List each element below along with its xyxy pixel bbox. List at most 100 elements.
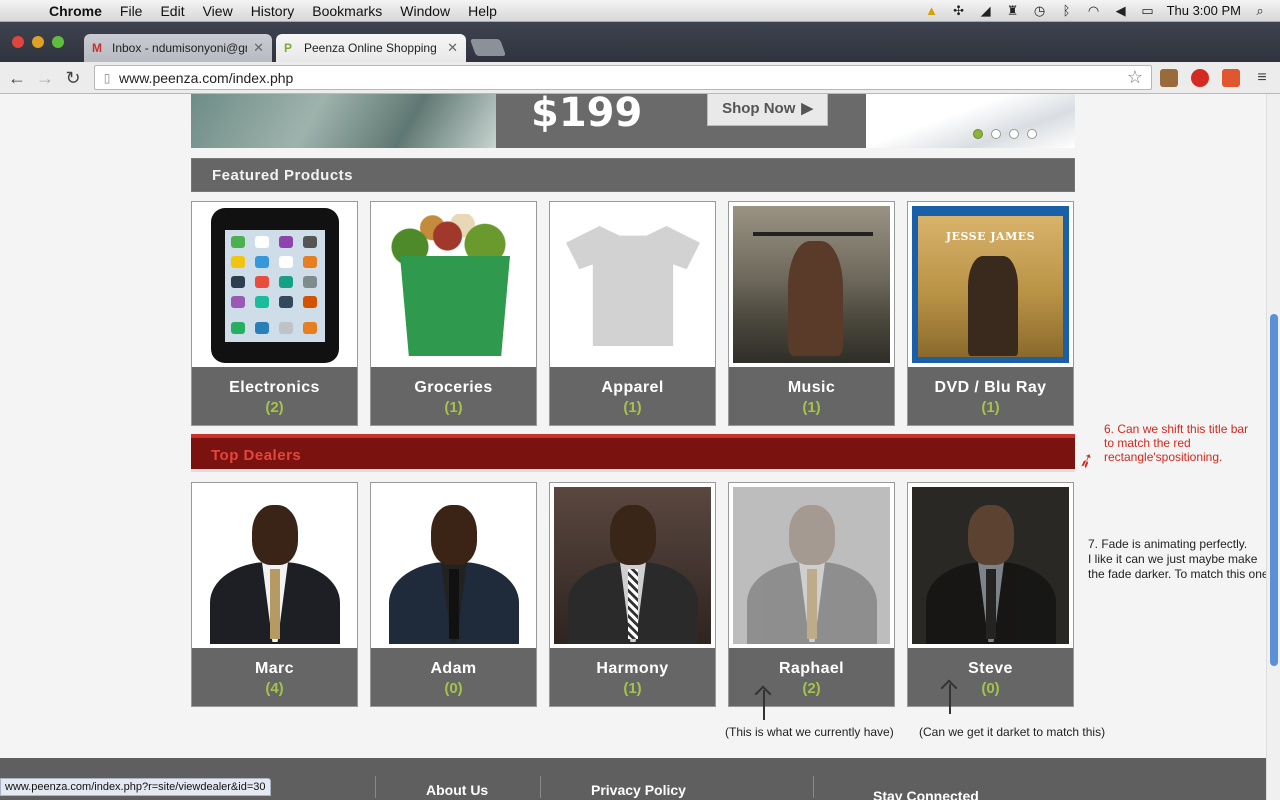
dealer-photo [196,487,353,644]
category-name: Apparel [601,379,664,396]
browser-toolbar: ← → ↻ ▯ www.peenza.com/index.php ☆ ≡ [0,62,1280,94]
dealer-card-marc[interactable]: Marc (4) [191,482,358,707]
binoculars-icon[interactable]: ♜ [1005,3,1021,18]
page-icon: ▯ [103,70,111,85]
dealer-count: (0) [981,680,1000,697]
volume-icon[interactable]: ◀ [1113,3,1129,18]
dealer-count: (2) [802,680,821,697]
time-machine-icon[interactable]: ◷ [1032,3,1048,18]
slider-dot[interactable] [991,129,1001,139]
footer-divider [375,776,376,798]
dealer-name: Steve [968,660,1013,677]
menu-file[interactable]: File [111,3,152,19]
camera-extension-icon[interactable] [1160,69,1178,87]
menu-window[interactable]: Window [391,3,459,19]
close-tab-icon[interactable]: ✕ [447,40,458,56]
product-image: JESSE JAMES [912,206,1069,363]
shop-now-label: Shop Now [722,99,796,117]
gmail-icon: M [92,41,102,55]
featured-products-title-bar: Featured Products [191,158,1075,192]
bookmark-star-icon[interactable]: ☆ [1127,67,1151,88]
section-title: Featured Products [212,167,354,184]
warning-icon[interactable]: ▲ [924,3,940,18]
category-count: (2) [265,399,284,416]
forward-icon[interactable]: → [34,67,56,89]
bookmark-extension-icon[interactable] [1222,69,1240,87]
script-icon[interactable]: ◢ [978,3,994,18]
annotation-caption-current: (This is what we currently have) [725,725,894,739]
dealer-count: (1) [623,680,642,697]
bluetooth-icon[interactable]: ᛒ [1059,3,1075,18]
card-footer: Steve (0) [908,648,1073,706]
status-bubble: www.peenza.com/index.php?r=site/viewdeal… [0,778,271,796]
menu-view[interactable]: View [194,3,242,19]
product-card-apparel[interactable]: Apparel (1) [549,201,716,426]
vertical-scrollbar[interactable] [1266,94,1280,800]
category-name: Music [787,379,836,396]
minimize-window-button[interactable] [32,36,44,48]
category-count: (1) [802,399,821,416]
dealer-name: Harmony [596,660,669,677]
dealer-card-harmony[interactable]: Harmony (1) [549,482,716,707]
new-tab-button[interactable] [469,39,507,56]
banner-price: $199 [531,94,643,136]
category-name: Groceries [414,379,493,396]
product-card-electronics[interactable]: Electronics (2) [191,201,358,426]
back-icon[interactable]: ← [6,67,28,89]
product-image [733,206,890,363]
peenza-icon: P [284,41,293,55]
chrome-menu-icon[interactable]: ≡ [1251,67,1273,89]
menu-clock[interactable]: Thu 3:00 PM [1167,3,1241,18]
tab-peenza[interactable]: P Peenza Online Shopping E ✕ [276,34,466,62]
menu-edit[interactable]: Edit [151,3,193,19]
product-image [375,206,532,363]
card-footer: Marc (4) [192,648,357,706]
product-card-music[interactable]: Music (1) [728,201,895,426]
category-count: (1) [981,399,1000,416]
product-card-groceries[interactable]: Groceries (1) [370,201,537,426]
dealer-count: (4) [265,680,284,697]
annotation-caption-target: (Can we get it darket to match this) [919,725,1106,739]
spotlight-search-icon[interactable]: ⌕ [1252,3,1268,18]
tab-gmail[interactable]: M Inbox - ndumisonyoni@gm ✕ [84,34,272,62]
menu-history[interactable]: History [242,3,304,19]
dealer-card-steve[interactable]: Steve (0) [907,482,1074,707]
tshirt-illustration [566,226,700,346]
reload-icon[interactable]: ↻ [62,67,84,89]
address-bar[interactable]: ▯ www.peenza.com/index.php ☆ [94,65,1152,90]
menu-bookmarks[interactable]: Bookmarks [303,3,391,19]
footer-link-about[interactable]: About Us [426,782,488,798]
shop-now-button[interactable]: Shop Now ▶ [707,94,828,126]
dealer-card-raphael[interactable]: Raphael (2) [728,482,895,707]
product-card-dvd[interactable]: JESSE JAMES DVD / Blu Ray (1) [907,201,1074,426]
antenna-icon[interactable]: ✣ [951,3,967,18]
close-window-button[interactable] [12,36,24,48]
top-dealers-title-bar: Top Dealers [191,434,1075,472]
footer-stay-connected: Stay Connected [873,788,979,800]
card-footer: Music (1) [729,367,894,425]
product-image [554,206,711,363]
album-cover-figure [788,241,843,356]
zoom-window-button[interactable] [52,36,64,48]
slider-dot[interactable] [973,129,983,139]
footer-link-privacy[interactable]: Privacy Policy [591,782,686,798]
banner-device-photo [866,94,1075,148]
dealer-card-adam[interactable]: Adam (0) [370,482,537,707]
dealer-count: (0) [444,680,463,697]
address-url[interactable]: www.peenza.com/index.php [119,70,293,86]
annotation-up-arrow-icon [949,684,951,714]
slider-dot[interactable] [1009,129,1019,139]
slider-dot[interactable] [1027,129,1037,139]
menu-help[interactable]: Help [459,3,506,19]
battery-icon[interactable]: ▭ [1140,3,1156,18]
dealer-photo [375,487,532,644]
wifi-icon[interactable]: ◠ [1086,3,1102,18]
dealer-name: Raphael [778,660,845,677]
close-tab-icon[interactable]: ✕ [253,40,264,56]
scrollbar-thumb[interactable] [1270,314,1278,666]
section-title: Top Dealers [211,447,302,464]
menu-app-name[interactable]: Chrome [40,3,111,19]
adblock-extension-icon[interactable] [1191,69,1209,87]
tab-title: Peenza Online Shopping E [304,41,442,55]
hero-banner: $199 Shop Now ▶ [191,94,1075,148]
